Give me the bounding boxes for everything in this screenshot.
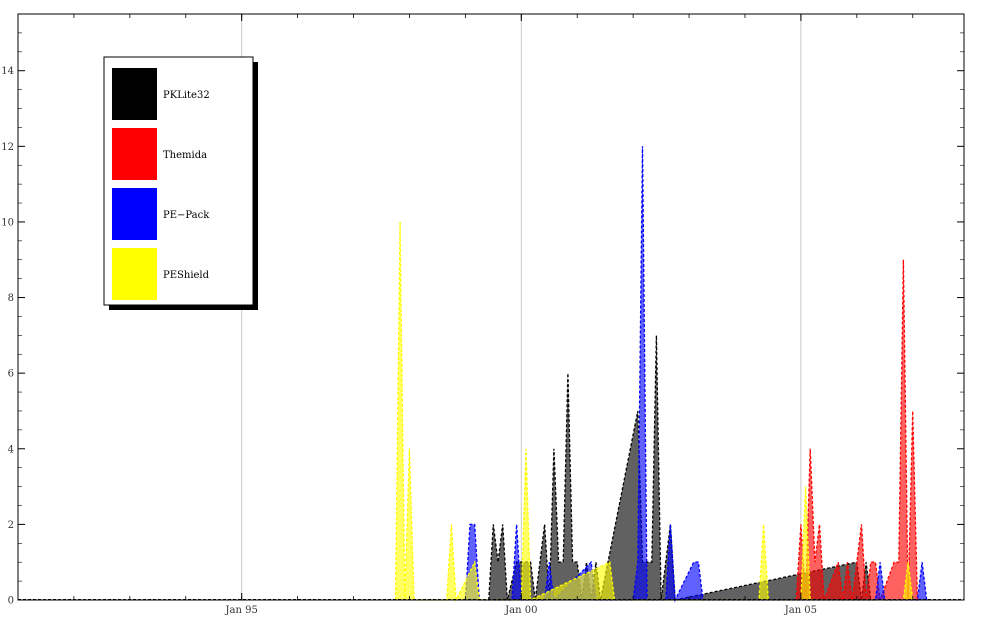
y-tick-label: 0 [8,596,14,607]
gridlines [241,14,802,600]
y-tick-label: 14 [1,66,14,77]
area-chart: Jan 95 Jan 00 Jan 05 0 2 4 6 8 10 12 14 PKLite32 Th… [1,13,965,616]
y-tick-label: 8 [8,293,14,304]
series-area-2 [465,146,927,601]
series-line-2 [464,146,928,603]
legend-swatch [112,188,157,240]
y-tick-label: 12 [1,142,14,153]
y-tick-label: 6 [8,369,14,380]
legend-label: PKLite32 [163,90,210,101]
x-tick-label: Jan 95 [225,605,258,616]
y-tick-label: 4 [8,444,14,455]
y-tick-label: 10 [1,217,14,228]
y-tick-label: 2 [8,520,14,531]
legend: PKLite32 Themida PE−Pack PEShield [103,56,258,310]
legend-swatch [112,128,157,180]
legend-label: PE−Pack [163,210,210,221]
legend-swatch [112,68,157,120]
series-line-1 [795,259,919,601]
x-tick-label: Jan 00 [504,605,537,616]
legend-label: PEShield [163,270,210,281]
x-tick-label: Jan 05 [784,605,817,616]
legend-label: Themida [163,150,207,161]
legend-swatch [112,248,157,300]
